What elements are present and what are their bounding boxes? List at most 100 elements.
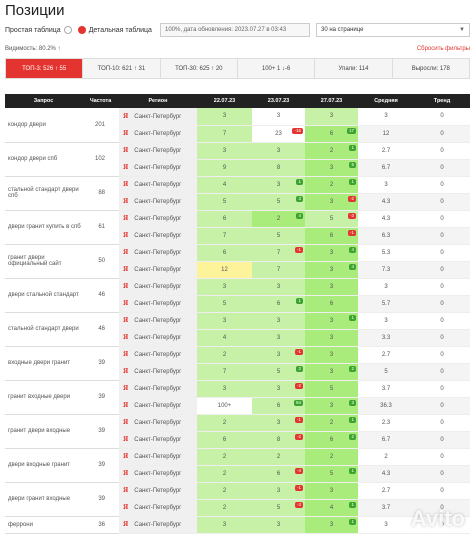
tab-100plus[interactable]: 100+ 1 ↓-6	[237, 59, 316, 78]
trend-cell: 0	[414, 380, 470, 398]
position-cell: 34	[305, 261, 358, 279]
cell-value: 5.7	[381, 300, 391, 307]
change-badge: -2	[294, 382, 303, 389]
cell-value: 0	[440, 470, 444, 477]
trend-cell: 0	[414, 397, 470, 415]
reset-filters-link[interactable]: Сбросить фильтры	[417, 46, 470, 52]
change-badge: -1	[294, 348, 303, 355]
change-badge: 3	[296, 195, 303, 202]
cell-value: 4	[329, 504, 334, 511]
position-cell: 3	[252, 516, 305, 534]
position-cell: 8	[252, 159, 305, 177]
col-date-2[interactable]: 23.07.23	[252, 94, 305, 108]
detailed-table-label[interactable]: Детальная таблица	[89, 27, 152, 34]
query-cell[interactable]: феррони	[5, 516, 82, 534]
cell-value: 8	[276, 436, 281, 443]
position-cell: 7	[197, 125, 252, 143]
region-label: Санкт-Петербург	[134, 182, 182, 188]
region-label: Санкт-Петербург	[134, 386, 182, 392]
region-cell: Я Санкт-Петербург	[119, 278, 197, 296]
query-cell[interactable]: входные двери гранит	[5, 346, 82, 381]
detailed-radio[interactable]	[77, 26, 86, 34]
cell-value: 2	[329, 181, 334, 188]
cell-value: 0	[440, 198, 444, 205]
query-cell[interactable]: гранит двери официальный сайт	[5, 244, 82, 279]
region-cell: Я Санкт-Петербург	[119, 312, 197, 330]
query-cell[interactable]: двери входные гранит	[5, 448, 82, 483]
view-switch: Простая таблица Детальная таблица	[5, 26, 152, 34]
cell-value: 2	[222, 504, 227, 511]
position-cell: 7 -1	[252, 244, 305, 262]
tab-top3[interactable]: ТОП-3: 526 ↑ 55	[6, 59, 84, 78]
position-cell: 3	[252, 108, 305, 126]
cell-value: 2.7	[381, 351, 391, 358]
yandex-icon: Я	[123, 419, 129, 426]
average-cell: 3.7	[358, 380, 414, 398]
trend-cell: 0	[414, 329, 470, 347]
position-cell: 6	[197, 244, 252, 262]
cell-value: 2	[222, 470, 227, 477]
position-cell: 5 -3	[305, 210, 358, 228]
table-row: гранит двери входные 39 Я Санкт-Петербург 2 3…	[5, 414, 470, 449]
region-cell: Я Санкт-Петербург	[119, 261, 197, 279]
query-cell[interactable]: стальной стандарт двери	[5, 312, 82, 347]
trend-cell: 0	[414, 193, 470, 211]
cell-value: 6	[222, 249, 227, 256]
cell-value: 4	[222, 334, 227, 341]
query-cell[interactable]: гранит двери входные	[5, 414, 82, 449]
query-cell[interactable]: двери гранит купить в спб	[5, 210, 82, 245]
trend-cell: 0	[414, 295, 470, 313]
simple-table-label[interactable]: Простая таблица	[5, 27, 61, 34]
change-badge: 1	[349, 501, 356, 508]
tab-fell[interactable]: Упали: 114	[315, 59, 393, 78]
yandex-icon: Я	[123, 266, 129, 273]
position-cell: 8 -2	[252, 431, 305, 449]
region-cell: Я Санкт-Петербург	[119, 142, 197, 160]
col-region[interactable]: Регион	[119, 94, 197, 108]
position-cell: 5	[197, 193, 252, 211]
query-cell[interactable]: кондор двери	[5, 108, 82, 143]
average-cell: 5.3	[358, 244, 414, 262]
cell-value: 2	[222, 351, 227, 358]
average-cell: 3	[358, 108, 414, 126]
position-cell: 51	[305, 465, 358, 483]
query-cell[interactable]: гранит входные двери	[5, 380, 82, 415]
col-date-3[interactable]: 27.07.23	[305, 94, 358, 108]
cell-value: 9	[222, 164, 227, 171]
trend-cell: 0	[414, 210, 470, 228]
table-row: стальной стандарт двери 46 Я Санкт-Петербур…	[5, 312, 470, 347]
frequency-cell: 39	[82, 346, 119, 381]
col-trend[interactable]: Тренд	[414, 94, 470, 108]
tab-top30[interactable]: ТОП-30: 625 ↑ 20	[160, 59, 238, 78]
col-average[interactable]: Средняя	[358, 94, 414, 108]
change-badge: -1	[294, 246, 303, 253]
average-cell: 4.3	[358, 465, 414, 483]
cell-value: 7	[276, 266, 281, 273]
table-row: входные двери гранит 39 Я Санкт-Петербург 2 3…	[5, 346, 470, 381]
col-query[interactable]: Запрос	[5, 94, 82, 108]
average-cell: 5	[358, 363, 414, 381]
cell-value: 6.7	[381, 436, 391, 443]
change-badge: -1	[347, 229, 356, 236]
position-cell: 3 -1	[252, 482, 305, 500]
change-badge: 1	[296, 178, 303, 185]
yandex-icon: Я	[123, 283, 129, 290]
query-cell[interactable]: двери стальной стандарт	[5, 278, 82, 313]
cell-value: 2	[276, 453, 281, 460]
per-page-select[interactable]: 30 на странице ▼	[316, 23, 470, 37]
tab-grew[interactable]: Выросли: 178	[392, 59, 469, 78]
position-cell: 33	[305, 397, 358, 415]
col-date-1[interactable]: 22.07.23	[197, 94, 252, 108]
cell-value: 12	[382, 130, 390, 137]
col-frequency[interactable]: Частота	[82, 94, 119, 108]
cell-value: 0	[440, 402, 444, 409]
frequency-cell: 46	[82, 312, 119, 347]
tab-top10[interactable]: ТОП-10: 621 ↑ 31	[83, 59, 161, 78]
simple-radio[interactable]	[63, 26, 72, 34]
change-badge: -1	[294, 416, 303, 423]
query-cell[interactable]: кондор двери спб	[5, 142, 82, 177]
change-badge: 1	[349, 178, 356, 185]
yandex-icon: Я	[123, 487, 129, 494]
query-cell[interactable]: стальной стандарт двери спб	[5, 176, 82, 211]
query-cell[interactable]: двери гранит входные	[5, 482, 82, 517]
